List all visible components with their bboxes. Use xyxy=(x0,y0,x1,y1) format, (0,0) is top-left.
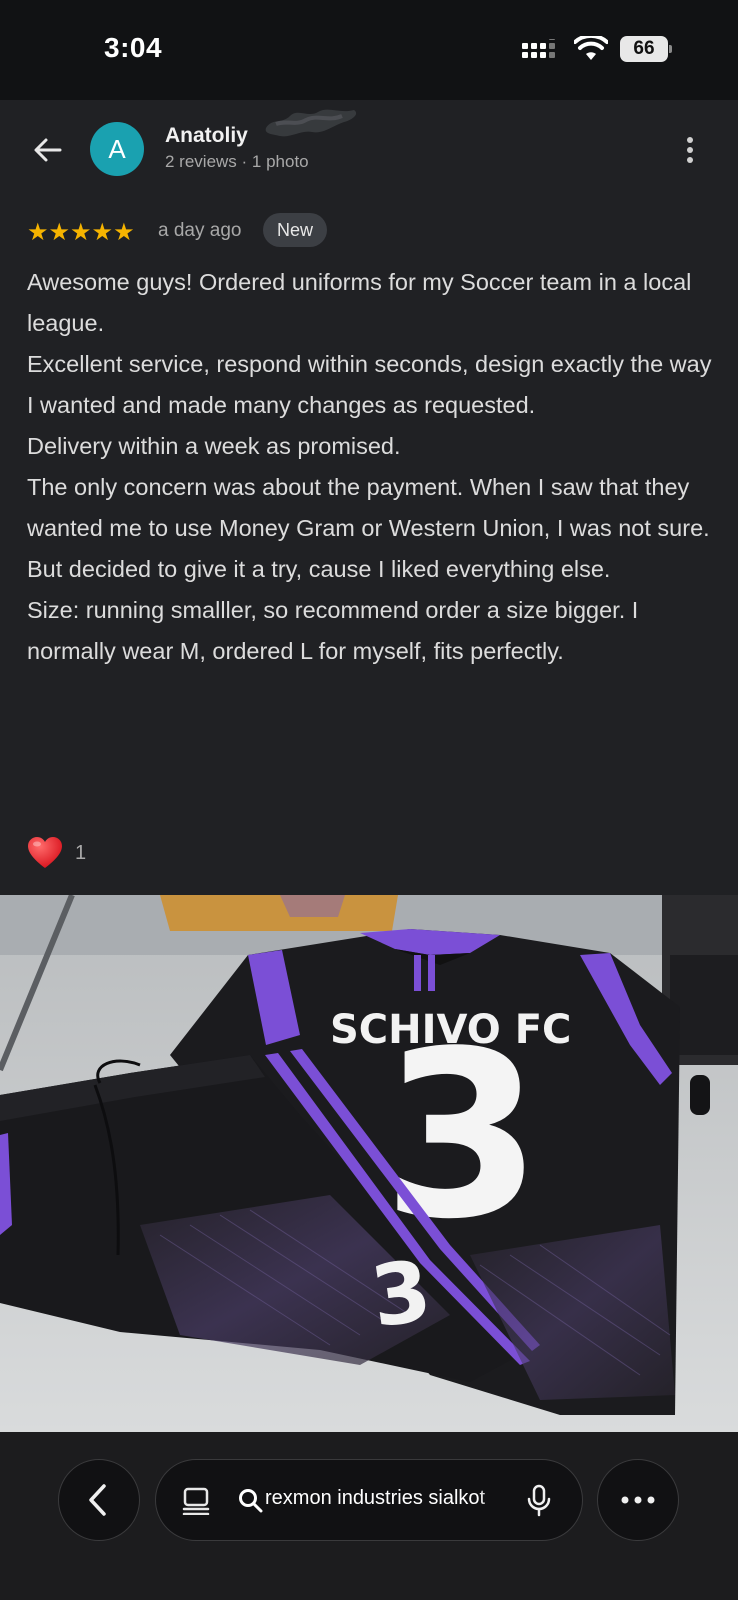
review-photo[interactable]: SCHIVO FC 3 3 xyxy=(0,895,738,1432)
reviewer-meta[interactable]: 2 reviews · 1 photo xyxy=(165,152,309,172)
back-button[interactable] xyxy=(58,1459,140,1541)
cellular-signal-icon xyxy=(522,39,555,58)
rating-row: ★★★★★ a day ago New xyxy=(27,212,707,248)
avatar[interactable]: A xyxy=(90,122,144,176)
more-menu-button[interactable] xyxy=(597,1459,679,1541)
battery-level: 66 xyxy=(620,36,668,62)
arrow-left-icon[interactable] xyxy=(28,130,68,170)
review-paragraph: Size: running smalller, so recommend ord… xyxy=(27,597,639,664)
search-icon xyxy=(239,1489,263,1513)
review-paragraph: The only concern was about the payment. … xyxy=(27,474,710,582)
name-redaction xyxy=(265,109,357,137)
review-body: Awesome guys! Ordered uniforms for my So… xyxy=(27,262,717,672)
browser-toolbar: rexmon industries sialkot xyxy=(0,1432,738,1600)
star-rating: ★★★★★ xyxy=(27,219,135,246)
microphone-icon[interactable] xyxy=(526,1484,552,1518)
wifi-icon xyxy=(574,36,608,60)
chevron-left-icon xyxy=(89,1484,106,1516)
review-age: a day ago xyxy=(158,220,242,241)
review-paragraph: Awesome guys! Ordered uniforms for my So… xyxy=(27,269,692,336)
new-badge: New xyxy=(263,213,328,247)
address-bar[interactable]: rexmon industries sialkot xyxy=(155,1459,583,1541)
battery-icon: 66 xyxy=(620,36,672,62)
heart-icon[interactable] xyxy=(27,836,63,870)
reaction-count: 1 xyxy=(75,842,87,864)
review-paragraph: Excellent service, respond within second… xyxy=(27,351,712,418)
reader-mode-icon[interactable] xyxy=(182,1487,210,1515)
address-text[interactable]: rexmon industries sialkot xyxy=(265,1487,515,1517)
uniform-photo: SCHIVO FC 3 3 xyxy=(0,895,738,1432)
status-time: 3:04 xyxy=(104,32,163,63)
status-bar: 3:04 66 xyxy=(0,0,738,100)
review-header: A Anatoliy 2 reviews · 1 photo xyxy=(0,100,738,200)
more-vertical-icon[interactable] xyxy=(678,132,702,168)
more-horizontal-icon xyxy=(621,1496,655,1504)
reviewer-name[interactable]: Anatoliy xyxy=(165,124,248,148)
review-paragraph: Delivery within a week as promised. xyxy=(27,433,401,459)
reaction-row[interactable]: 1 xyxy=(27,834,227,874)
